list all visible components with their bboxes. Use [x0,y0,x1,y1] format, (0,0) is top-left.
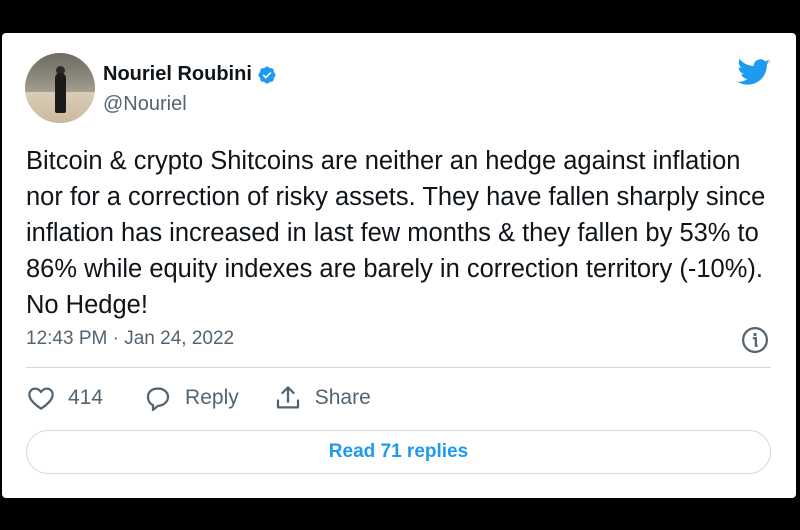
tweet-timestamp[interactable]: 12:43 PM · Jan 24, 2022 [26,328,234,350]
avatar[interactable] [25,53,95,123]
tweet-card[interactable]: Nouriel Roubini @Nouriel Bitcoin & crypt… [2,33,796,498]
divider [26,367,771,368]
share-label: Share [314,386,371,409]
share-icon [276,386,299,409]
read-replies-button[interactable]: Read 71 replies [26,430,771,474]
author-name[interactable]: Nouriel Roubini [103,63,252,86]
reply-label: Reply [185,386,239,409]
share-button[interactable]: Share [273,383,371,413]
author-name-row: Nouriel Roubini [103,63,277,86]
heart-icon [28,387,54,410]
info-icon[interactable] [740,325,770,355]
avatar-person-body [55,73,66,113]
verified-badge-icon [258,65,276,84]
reply-bubble-icon [146,387,170,411]
tweet-text: Bitcoin & crypto Shitcoins are neither a… [26,147,766,319]
author-handle[interactable]: @Nouriel [103,93,187,116]
like-count: 414 [68,386,104,409]
like-button[interactable]: 414 [26,383,103,413]
reply-button[interactable]: Reply [143,383,239,413]
action-bar: 414 Reply Share [26,383,371,413]
twitter-bird-icon[interactable] [737,59,771,87]
read-replies-label: Read 71 replies [328,441,469,462]
